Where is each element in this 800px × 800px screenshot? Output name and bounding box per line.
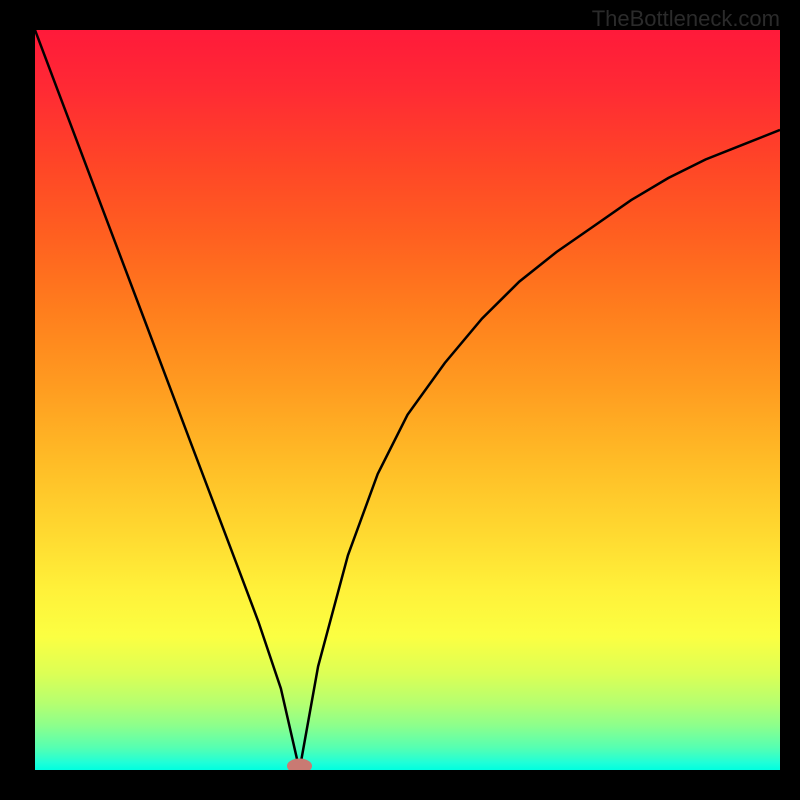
watermark-text: TheBottleneck.com: [592, 6, 780, 32]
bottleneck-curve: [35, 30, 780, 770]
chart-svg: [35, 30, 780, 770]
minimum-marker: [288, 759, 312, 770]
chart-plot-area: [35, 30, 780, 770]
